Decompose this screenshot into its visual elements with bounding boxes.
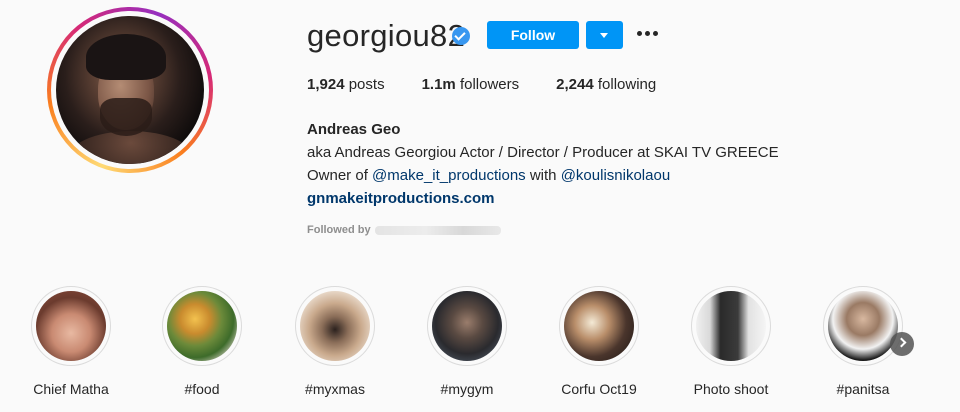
follow-button[interactable]: Follow <box>487 21 579 49</box>
more-options-icon[interactable] <box>635 28 661 42</box>
highlight-item[interactable]: #mygym <box>422 286 512 397</box>
stat-value: 1.1m <box>421 76 456 93</box>
chevron-right-icon[interactable] <box>890 332 914 356</box>
followers-count[interactable]: 1.1m followers <box>422 76 520 93</box>
profile-avatar-ring[interactable] <box>47 7 213 173</box>
highlight-ring <box>162 286 242 366</box>
highlight-cover <box>167 291 237 361</box>
highlight-ring <box>559 286 639 366</box>
avatar-beard <box>100 98 152 136</box>
highlight-label: Chief Matha <box>33 381 109 397</box>
followed-by-blurred-names <box>374 225 501 235</box>
highlight-cover <box>564 291 634 361</box>
avatar-hair <box>86 34 166 80</box>
mention-link[interactable]: @koulisnikolaou <box>561 167 670 184</box>
highlight-cover <box>432 291 502 361</box>
posts-count: 1,924 posts <box>307 76 385 93</box>
stat-label: followers <box>459 76 520 93</box>
following-count[interactable]: 2,244 following <box>556 76 656 93</box>
highlight-cover <box>828 291 898 361</box>
profile-stats: 1,924 posts 1.1m followers 2,244 followi… <box>307 76 693 93</box>
highlight-ring <box>295 286 375 366</box>
highlight-ring <box>427 286 507 366</box>
stat-label: posts <box>348 76 385 93</box>
suggested-dropdown-button[interactable] <box>586 21 623 49</box>
highlight-label: #food <box>184 381 220 397</box>
highlight-label: Corfu Oct19 <box>561 381 637 397</box>
highlight-ring <box>823 286 903 366</box>
highlight-label: #myxmas <box>305 381 365 397</box>
mention-link[interactable]: @make_it_productions <box>372 167 526 184</box>
followed-by[interactable]: Followed by <box>307 224 501 236</box>
profile-bio: Andreas Geo aka Andreas Georgiou Actor /… <box>307 118 779 210</box>
highlight-item[interactable]: Photo shoot <box>686 286 776 397</box>
highlight-cover <box>300 291 370 361</box>
verified-badge-icon <box>452 27 470 45</box>
website-link[interactable]: gnmakeitproductions.com <box>307 190 495 207</box>
avatar-gap <box>51 11 209 169</box>
highlight-cover <box>696 291 766 361</box>
highlight-item[interactable]: Chief Matha <box>26 286 116 397</box>
stat-label: following <box>597 76 657 93</box>
highlight-ring <box>691 286 771 366</box>
bio-owner-prefix: Owner of <box>307 167 368 184</box>
stat-value: 2,244 <box>556 76 594 93</box>
highlight-label: #panitsa <box>836 381 890 397</box>
highlight-ring <box>31 286 111 366</box>
highlight-label: Photo shoot <box>693 381 769 397</box>
avatar[interactable] <box>56 16 204 164</box>
chevron-down-icon <box>600 33 608 38</box>
bio-with: with <box>529 167 557 184</box>
highlight-item[interactable]: #myxmas <box>290 286 380 397</box>
highlight-cover <box>36 291 106 361</box>
stat-value: 1,924 <box>307 76 345 93</box>
bio-owner-line: Owner of @make_it_productions with @koul… <box>307 164 779 187</box>
bio-line: aka Andreas Georgiou Actor / Director / … <box>307 144 779 161</box>
highlight-item[interactable]: #food <box>157 286 247 397</box>
followed-by-label: Followed by <box>307 224 371 236</box>
avatar-shoulder <box>66 131 196 164</box>
profile-full-name: Andreas Geo <box>307 121 401 138</box>
profile-username: georgiou82 <box>307 18 466 53</box>
highlight-item[interactable]: Corfu Oct19 <box>554 286 644 397</box>
highlight-label: #mygym <box>440 381 494 397</box>
